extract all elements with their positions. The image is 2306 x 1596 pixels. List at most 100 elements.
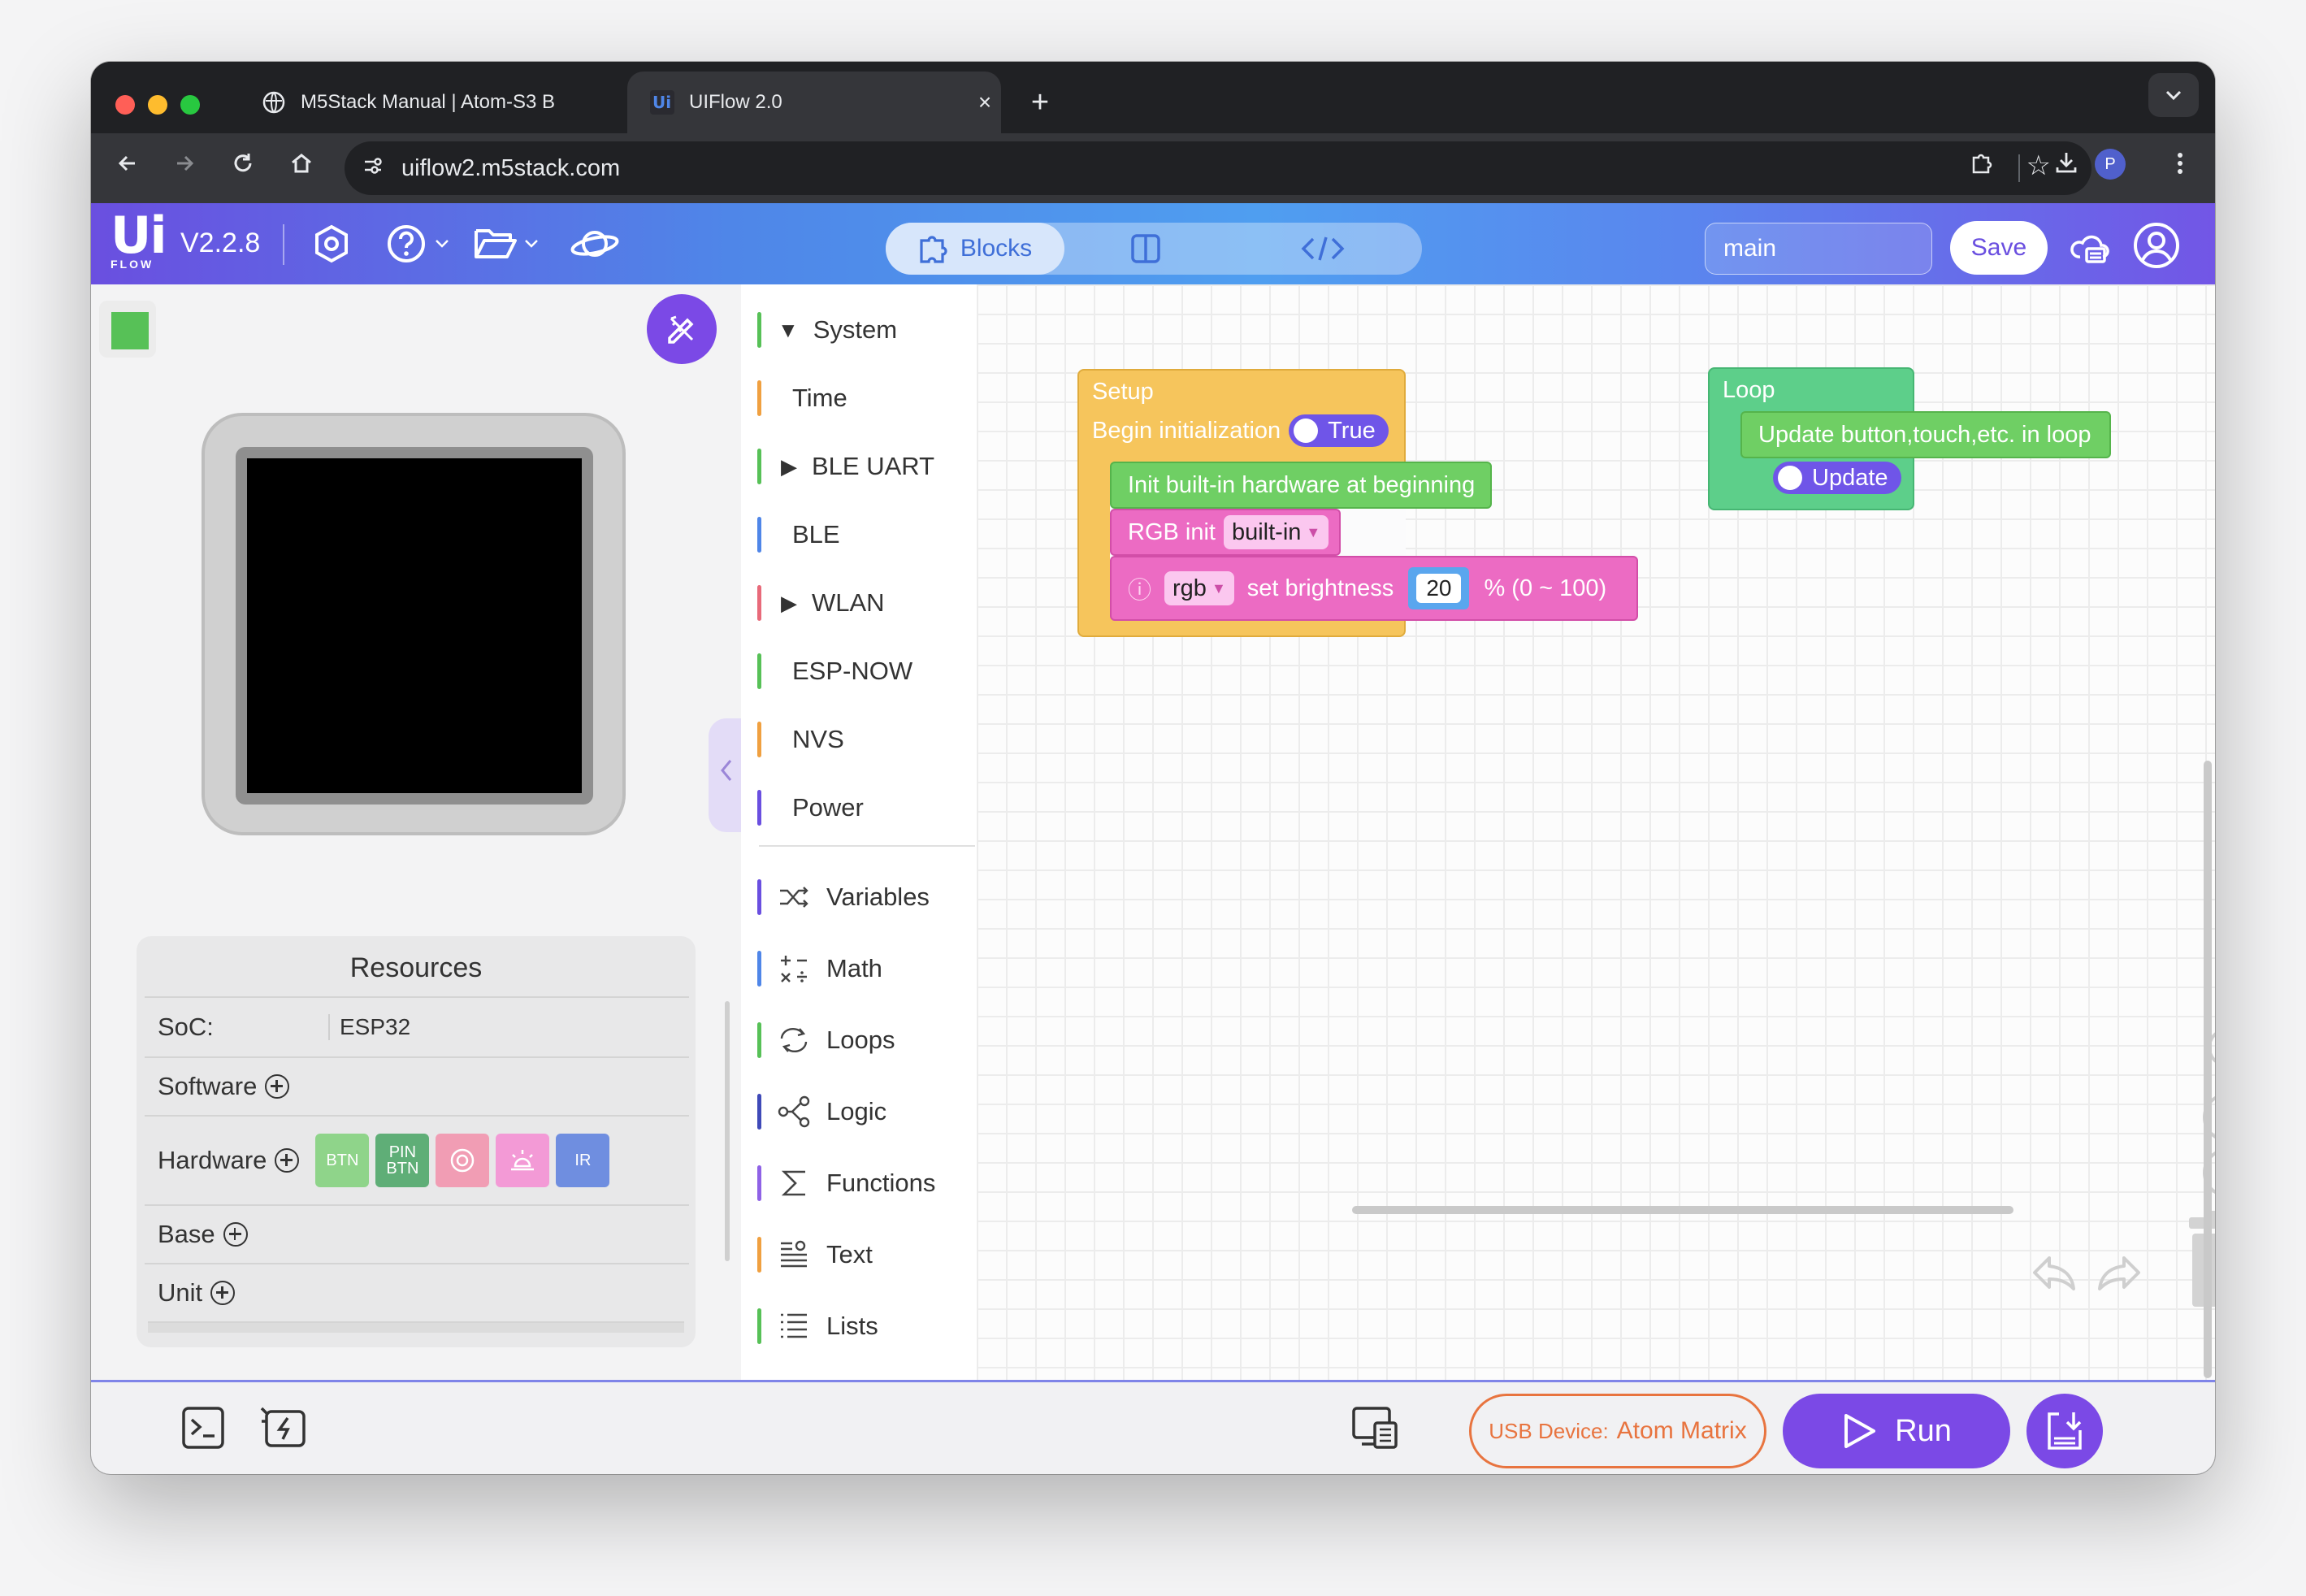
ir-chip[interactable]: IR: [556, 1134, 610, 1187]
split-mode-tab[interactable]: [1129, 232, 1162, 265]
back-button[interactable]: [107, 148, 148, 189]
undo-button[interactable]: [2030, 1248, 2078, 1297]
ui-editor-button[interactable]: [647, 294, 717, 364]
uiflow-favicon-icon: Ui: [650, 90, 674, 115]
collapsed-triangle-icon: ▶: [781, 590, 797, 615]
undo-icon: [2033, 1256, 2075, 1290]
cloud-storage-button[interactable]: [2069, 224, 2114, 270]
rgb-set-brightness-block[interactable]: ⓘ rgb ▼ set brightness 20 % (0 ~ 100): [1110, 556, 1638, 621]
rgb-init-dropdown[interactable]: built-in ▼: [1223, 515, 1329, 549]
software-label: Software: [158, 1072, 258, 1100]
begin-init-toggle[interactable]: True: [1289, 414, 1389, 447]
close-window-button[interactable]: [115, 95, 135, 115]
project-menu-button[interactable]: [473, 223, 540, 265]
collapse-panel-button[interactable]: [709, 718, 744, 832]
redo-button[interactable]: [2095, 1248, 2143, 1297]
workspace-vscroll[interactable]: [2204, 761, 2212, 1378]
resources-vscroll[interactable]: [725, 1001, 730, 1261]
minimize-window-button[interactable]: [148, 95, 167, 115]
category-logic[interactable]: Logic: [757, 1087, 886, 1136]
category-wlan[interactable]: ▶ WLAN: [757, 579, 885, 627]
browser-toolbar: uiflow2.m5stack.com ☆: [91, 133, 2215, 203]
blocks-workspace[interactable]: Setup Begin initialization True Init bui…: [977, 284, 2215, 1380]
number-block[interactable]: 20: [1408, 567, 1470, 609]
run-button[interactable]: Run: [1783, 1394, 2010, 1468]
category-ble-uart[interactable]: ▶ BLE UART: [757, 442, 934, 491]
category-esp-now[interactable]: ESP-NOW: [757, 647, 912, 696]
btn-chip[interactable]: BTN: [315, 1134, 370, 1187]
expanded-triangle-icon: ▼: [778, 317, 799, 342]
tab-search-button[interactable]: [2148, 73, 2199, 117]
rgb-chip[interactable]: [436, 1134, 490, 1187]
home-button[interactable]: [281, 148, 322, 189]
download-to-device-button[interactable]: [2026, 1394, 2103, 1468]
add-hardware-icon[interactable]: [275, 1148, 300, 1173]
site-settings-icon[interactable]: [345, 154, 401, 183]
info-icon[interactable]: ⓘ: [1128, 571, 1151, 605]
loop-arrows-icon: [776, 1022, 812, 1058]
extensions-button[interactable]: [1961, 148, 2002, 189]
add-software-icon[interactable]: [265, 1074, 290, 1099]
category-color-bar: [757, 312, 761, 348]
workspace-hscroll[interactable]: [1352, 1206, 2013, 1214]
downloads-button[interactable]: [2046, 148, 2087, 189]
update-toggle[interactable]: Update: [1773, 462, 1901, 494]
blocks-mode-tab[interactable]: Blocks: [886, 223, 1064, 275]
category-time[interactable]: Time: [757, 374, 847, 423]
usb-device-button[interactable]: USB Device: Atom Matrix: [1469, 1394, 1766, 1468]
resources-hscroll[interactable]: [148, 1321, 684, 1333]
software-row[interactable]: Software: [145, 1056, 689, 1115]
toggle-label: Update: [1812, 464, 1888, 491]
file-name-input[interactable]: main: [1705, 223, 1932, 275]
help-menu-button[interactable]: [385, 223, 450, 265]
forward-button[interactable]: [164, 148, 205, 189]
code-mode-tab[interactable]: [1300, 232, 1346, 265]
dropdown-arrow-icon: ▼: [1306, 523, 1321, 540]
add-unit-icon[interactable]: [210, 1281, 236, 1305]
category-math[interactable]: Math: [757, 944, 882, 993]
settings-button[interactable]: [310, 223, 353, 265]
tab-uiflow[interactable]: Ui UIFlow 2.0 ×: [627, 72, 1001, 133]
device-screen[interactable]: [247, 458, 582, 793]
user-account-button[interactable]: [2132, 221, 2181, 270]
category-label: Lists: [826, 1312, 878, 1340]
category-ble[interactable]: BLE: [757, 510, 840, 559]
terminal-button[interactable]: [180, 1405, 226, 1455]
save-button[interactable]: Save: [1950, 221, 2048, 275]
new-tab-button[interactable]: +: [1017, 80, 1063, 125]
category-system[interactable]: ▼ System: [757, 306, 897, 354]
category-color-bar: [757, 1237, 761, 1273]
loop-label: Loop: [1723, 377, 1775, 403]
category-lists[interactable]: Lists: [757, 1302, 878, 1351]
address-bar[interactable]: uiflow2.m5stack.com ☆: [345, 141, 2091, 195]
rgb-init-block[interactable]: RGB init built-in ▼: [1110, 509, 1341, 556]
brightness-value-input[interactable]: 20: [1416, 574, 1462, 603]
category-variables[interactable]: Variables: [757, 873, 930, 922]
pin-btn-chip[interactable]: PIN BTN: [375, 1134, 430, 1187]
flash-firmware-button[interactable]: [258, 1403, 309, 1456]
category-functions[interactable]: Functions: [757, 1159, 935, 1208]
light-chip[interactable]: [496, 1134, 550, 1187]
rgb-var-dropdown[interactable]: rgb ▼: [1164, 571, 1234, 605]
init-hardware-block[interactable]: Init built-in hardware at beginning: [1110, 462, 1492, 509]
category-loops[interactable]: Loops: [757, 1016, 895, 1065]
cloud-icon: [2070, 235, 2109, 263]
category-nvs[interactable]: NVS: [757, 715, 844, 764]
browser-menu-button[interactable]: [2160, 148, 2200, 189]
reload-button[interactable]: [223, 148, 263, 189]
base-row[interactable]: Base: [145, 1204, 689, 1263]
tab-close-icon[interactable]: ×: [969, 89, 1001, 115]
hardware-label: Hardware: [158, 1146, 267, 1174]
add-base-icon[interactable]: [223, 1222, 248, 1247]
toggle-label: True: [1328, 417, 1376, 444]
category-text[interactable]: Text: [757, 1230, 873, 1279]
svg-text:Ui: Ui: [652, 93, 671, 112]
explore-button[interactable]: [569, 223, 621, 265]
category-power[interactable]: Power: [757, 783, 864, 832]
unit-row[interactable]: Unit: [145, 1263, 689, 1321]
update-loop-block[interactable]: Update button,touch,etc. in loop: [1740, 411, 2111, 458]
maximize-window-button[interactable]: [180, 95, 200, 115]
profile-avatar[interactable]: P: [2095, 149, 2126, 180]
device-manager-button[interactable]: [1350, 1405, 1399, 1455]
version-label: V2.2.8: [180, 228, 261, 258]
